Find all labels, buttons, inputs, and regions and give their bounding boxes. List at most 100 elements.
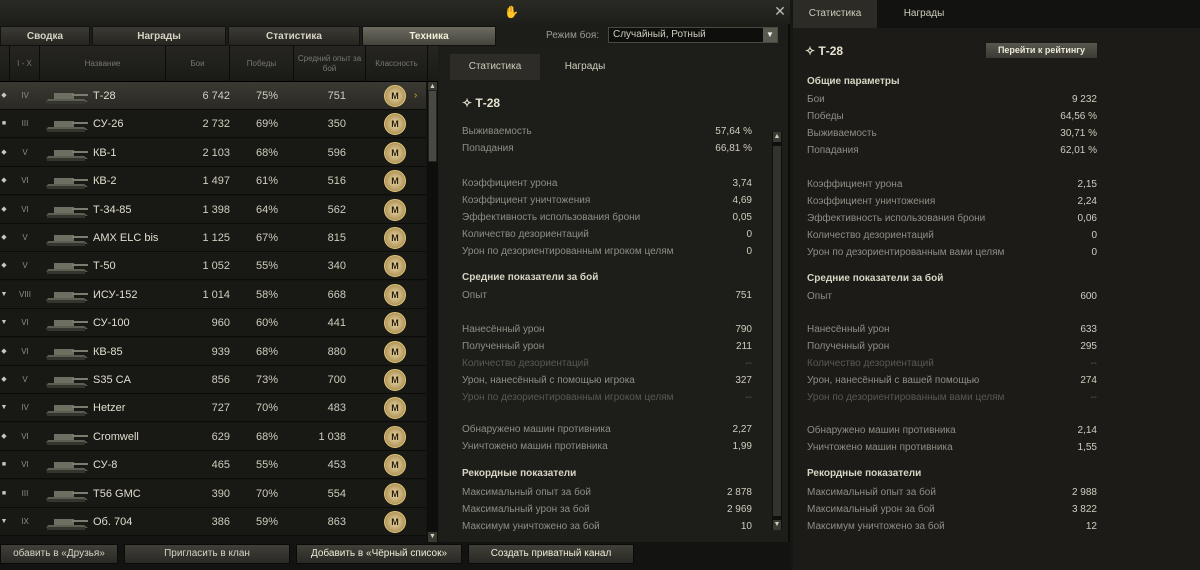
tab-vehicles[interactable]: Техника (362, 26, 496, 46)
table-row[interactable]: ◆ VI КВ-85 939 68% 880 M (0, 337, 426, 366)
table-row[interactable]: ◆ VI Т-34-85 1 398 64% 562 M (0, 195, 426, 224)
invite-clan-button[interactable]: Пригласить в клан (124, 544, 290, 564)
stat-row: Коэффициент уничтожения 4,69 (462, 195, 752, 211)
header-type (0, 46, 10, 82)
header-mastery[interactable]: Классность (366, 46, 428, 82)
vehicle-level: VI (21, 204, 29, 214)
tab-awards[interactable]: Награды (92, 26, 226, 46)
table-scrollbar[interactable]: ▲ ▼ (427, 82, 438, 542)
stats-scrollbar[interactable]: ▲ ▼ (772, 132, 782, 530)
stat-row: Количество дезориентаций 0 (462, 229, 752, 245)
scroll-thumb[interactable] (428, 90, 437, 162)
scroll-down-icon[interactable]: ▼ (773, 520, 781, 530)
mastery-badge-icon: M (384, 425, 406, 448)
battles-value: 727 (211, 402, 230, 415)
stat-label: Урон по дезориентированным игроком целям (462, 246, 674, 257)
tab-stats[interactable]: Статистика (450, 54, 540, 80)
vehicle-class-icon: ◆ (1, 205, 7, 213)
blacklist-button[interactable]: Добавить в «Чёрный список» (296, 544, 462, 564)
close-icon[interactable]: ✕ (772, 3, 788, 19)
section-records: Рекордные показатели (462, 468, 577, 479)
mastery-badge-icon: M (384, 369, 406, 391)
table-row[interactable]: ■ III СУ-26 2 732 69% 350 M (0, 110, 426, 139)
drag-hand-icon[interactable]: ✋ (504, 5, 519, 19)
stat-row: Урон по дезориентированным вами целям 0 (807, 247, 1097, 263)
private-channel-button[interactable]: Создать приватный канал (468, 544, 634, 564)
table-row[interactable]: ◆ V AMX ELC bis 1 125 67% 815 M (0, 224, 426, 252)
stat-row: Эффективность использования брони 0,06 (807, 213, 1097, 229)
rating-button[interactable]: Перейти к рейтингу (985, 42, 1098, 59)
mastery-badge-icon: M (384, 312, 406, 335)
stat-label: Уничтожено машин противника (807, 442, 953, 453)
tab-compare-stats[interactable]: Статистика (793, 0, 877, 28)
stat-label: Победы (807, 111, 844, 122)
tab-compare-awards[interactable]: Награды (877, 0, 971, 28)
avg-exp-value: 340 (327, 260, 346, 273)
mode-select[interactable]: Случайный, Ротный ▼ (608, 27, 778, 43)
stat-row: Бои 9 232 (807, 94, 1097, 110)
stat-label: Максимальный опыт за бой (807, 487, 936, 498)
title-bar[interactable]: ✋ ✕ (0, 0, 790, 24)
stat-row: Количество дезориентаций 0 (807, 230, 1097, 246)
table-row[interactable]: ◆ VI КВ-2 1 497 61% 516 M (0, 167, 426, 196)
table-row[interactable]: ▼ IX Об. 704 386 59% 863 M (0, 508, 426, 536)
add-friend-button[interactable]: обавить в «Друзья» (0, 544, 118, 564)
table-row[interactable]: ◆ V Т-50 1 052 55% 340 M (0, 252, 426, 281)
avg-exp-value: 453 (327, 459, 346, 472)
vehicle-class-icon: ▼ (0, 404, 8, 412)
mastery-badge-icon: M (384, 227, 406, 249)
mastery-badge-icon: M (384, 511, 406, 533)
tank-icon (46, 377, 88, 388)
scroll-thumb[interactable] (773, 146, 781, 516)
table-row[interactable]: ◆ IV Т-28 6 742 75% 751 M › (0, 82, 426, 110)
battles-value: 1 125 (202, 232, 230, 244)
stat-row: Уничтожено машин противника 1,55 (807, 442, 1097, 458)
table-row[interactable]: ◆ V S35 CA 856 73% 700 M (0, 366, 426, 394)
table-row[interactable]: ■ VI СУ-8 465 55% 453 M (0, 451, 426, 480)
header-wins[interactable]: Победы (230, 46, 294, 82)
stat-value: 295 (1080, 341, 1097, 352)
vehicle-class-icon: ◆ (1, 376, 7, 383)
header-avg-exp[interactable]: Средний опыт за бой (294, 46, 366, 82)
stat-row: Урон по дезориентированным игроком целям… (462, 246, 752, 262)
table-row[interactable]: ■ III T56 GMC 390 70% 554 M (0, 479, 426, 508)
vehicle-name: Т-28 (93, 90, 116, 102)
wins-value: 55% (255, 260, 278, 273)
stat-row: Коэффициент урона 3,74 (462, 178, 752, 194)
stat-row: Опыт 600 (807, 291, 1097, 307)
header-battles[interactable]: Бои (166, 46, 230, 82)
wins-value: 55% (255, 459, 278, 472)
tank-icon (46, 235, 88, 246)
table-row[interactable]: ▼ VI СУ-100 960 60% 441 M (0, 309, 426, 338)
table-row[interactable]: ▼ IV Hetzer 727 70% 483 M (0, 394, 426, 423)
scroll-up-icon[interactable]: ▲ (773, 132, 781, 142)
mastery-badge-icon: M (384, 283, 406, 306)
stat-value: 1,99 (732, 441, 752, 452)
tank-icon (46, 206, 88, 218)
scroll-down-icon[interactable]: ▼ (428, 532, 437, 542)
chevron-down-icon[interactable]: ▼ (763, 28, 777, 42)
header-level[interactable]: I - X (10, 46, 40, 82)
tab-vehicle-awards[interactable]: Награды (540, 54, 630, 80)
avg-exp-value: 554 (327, 487, 346, 500)
tank-icon (46, 263, 88, 275)
table-row[interactable]: ◆ V КВ-1 2 103 68% 596 M (0, 138, 426, 167)
vehicle-name: ИСУ-152 (93, 288, 138, 301)
table-row[interactable]: ▼ VIII ИСУ-152 1 014 58% 668 M (0, 280, 426, 309)
stat-row: Нанесённый урон 633 (807, 324, 1097, 340)
stat-value: 57,64 % (715, 126, 752, 137)
tab-statistics[interactable]: Статистика (228, 26, 360, 46)
table-row[interactable]: ◆ VI Cromwell 629 68% 1 038 M (0, 422, 426, 451)
battles-value: 465 (211, 459, 230, 472)
stat-value: 0 (746, 229, 752, 240)
tank-icon (46, 291, 88, 303)
stat-row: Максимум уничтожено за бой 10 (462, 521, 752, 537)
vehicle-name: СУ-8 (93, 459, 118, 472)
wins-value: 58% (255, 288, 278, 301)
tank-icon (46, 405, 88, 417)
tab-summary[interactable]: Сводка (0, 26, 90, 46)
section-avg: Средние показатели за бой (807, 273, 944, 284)
stat-row: Максимум уничтожено за бой 12 (807, 521, 1097, 537)
header-name[interactable]: Название (40, 46, 166, 82)
stat-label: Нанесённый урон (462, 324, 545, 335)
